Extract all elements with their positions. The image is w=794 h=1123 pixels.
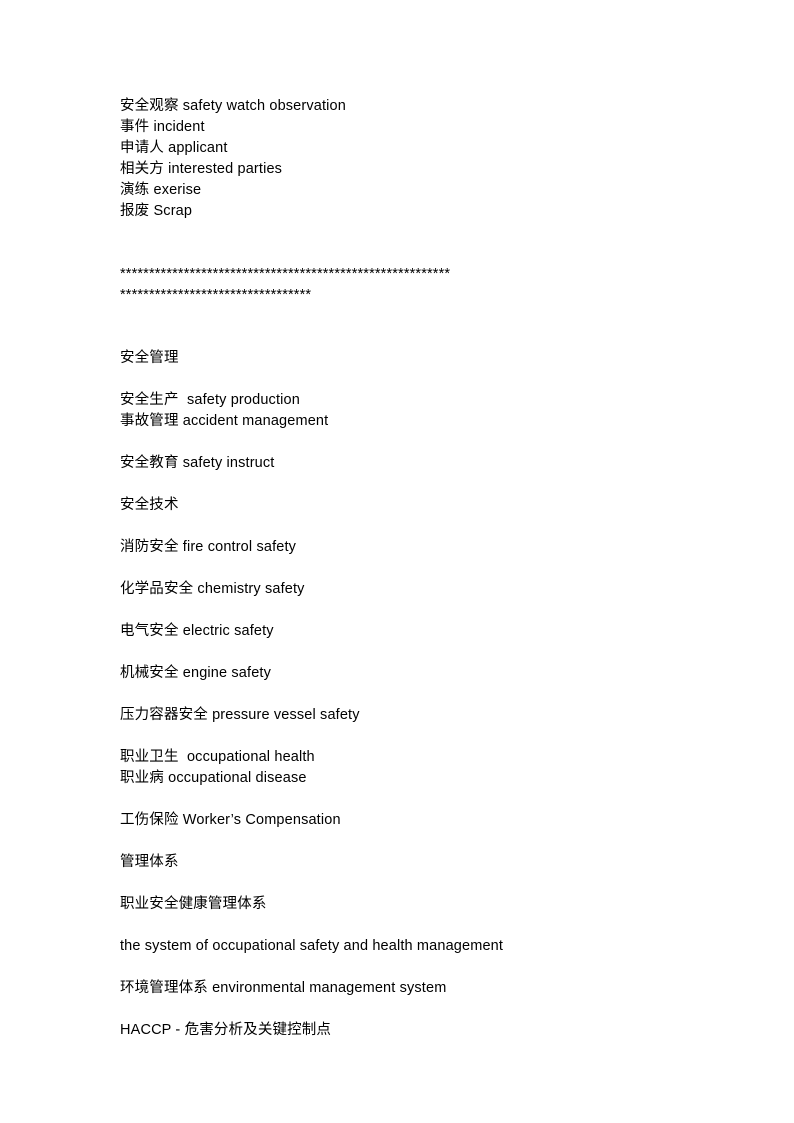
glossary-line: 事故管理 accident management	[120, 413, 329, 429]
separator-block: ****************************************…	[120, 264, 674, 306]
glossary-line: 职业病 occupational disease	[120, 770, 307, 786]
asterisk-separator-line-1: ****************************************…	[120, 266, 451, 282]
glossary-line: 申请人 applicant	[120, 140, 228, 156]
glossary-line-haccp: HACCP - 危害分析及关键控制点	[120, 1022, 332, 1038]
glossary-line: 事件 incident	[120, 119, 205, 135]
glossary-line: 相关方 interested parties	[120, 161, 283, 177]
glossary-line-safety-instruct: 安全教育 safety instruct	[120, 455, 275, 471]
heading-management-system: 管理体系	[120, 854, 179, 870]
terms-block-top: 安全观察 safety watch observation 事件 inciden…	[120, 96, 674, 222]
glossary-line: 电气安全 electric safety	[120, 623, 274, 639]
document-page: 安全观察 safety watch observation 事件 inciden…	[0, 0, 794, 1123]
glossary-line: 职业卫生 occupational health	[120, 749, 315, 765]
glossary-line: 机械安全 engine safety	[120, 665, 271, 681]
glossary-line: 安全生产 safety production	[120, 392, 300, 408]
heading-safety-management: 安全管理	[120, 350, 179, 366]
glossary-line: 压力容器安全 pressure vessel safety	[120, 707, 360, 723]
glossary-line: 消防安全 fire control safety	[120, 539, 297, 555]
heading-safety-technology: 安全技术	[120, 497, 179, 513]
glossary-line-ohs-system-en: the system of occupational safety and he…	[120, 938, 504, 954]
asterisk-separator-line-2: *********************************	[120, 287, 312, 303]
glossary-line: 演练 exerise	[120, 182, 202, 198]
glossary-line: 安全观察 safety watch observation	[120, 98, 346, 114]
production-block: 安全生产 safety production 事故管理 accident man…	[120, 390, 674, 432]
glossary-line: 报废 Scrap	[120, 203, 193, 219]
document-body: 安全观察 safety watch observation 事件 inciden…	[120, 96, 674, 1041]
glossary-line-workers-compensation: 工伤保险 Worker’s Compensation	[120, 812, 341, 828]
glossary-line: 化学品安全 chemistry safety	[120, 581, 305, 597]
glossary-line-ohs-system-cn: 职业安全健康管理体系	[120, 896, 267, 912]
glossary-line-environmental-system: 环境管理体系 environmental management system	[120, 980, 447, 996]
occupational-health-block: 职业卫生 occupational health 职业病 occupationa…	[120, 747, 674, 789]
